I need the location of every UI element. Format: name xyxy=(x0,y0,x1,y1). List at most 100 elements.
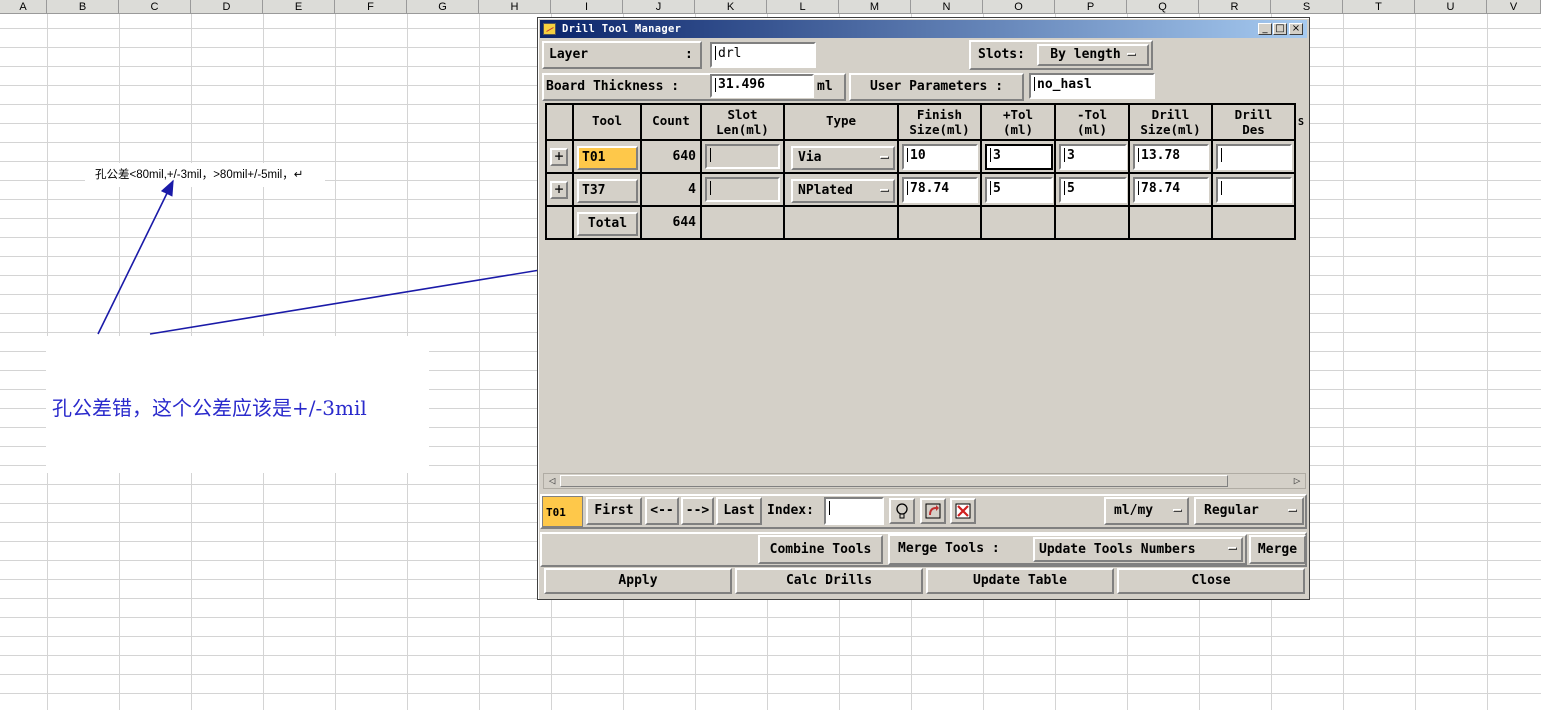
column-header-k[interactable]: K xyxy=(695,0,767,14)
apply-button[interactable]: Apply xyxy=(544,568,732,594)
header-minus-tol-line2: (ml) xyxy=(1076,122,1108,137)
finish-size-field[interactable]: 10 xyxy=(902,144,978,170)
tool-button-t37[interactable]: T37 xyxy=(577,179,638,203)
drill-des-field[interactable] xyxy=(1216,177,1292,203)
column-header-t[interactable]: T xyxy=(1343,0,1415,14)
row-t01-tool: T01 xyxy=(574,141,642,174)
units-dropdown[interactable]: ml/my xyxy=(1104,497,1189,525)
chevron-down-icon xyxy=(1173,509,1182,512)
header-drill-des-line2: Des xyxy=(1242,122,1265,137)
combine-tools-button[interactable]: Combine Tools xyxy=(758,535,883,564)
tool-button-t01[interactable]: T01 xyxy=(577,146,638,170)
row-t01-type: Via xyxy=(785,141,899,174)
scrollbar-thumb[interactable] xyxy=(560,475,1228,487)
finish-size-value: 78.74 xyxy=(910,181,950,196)
total-type xyxy=(785,207,899,240)
minus-tol-field[interactable]: 5 xyxy=(1059,177,1127,203)
header-extra-clipped: S xyxy=(1297,117,1305,128)
column-header-d[interactable]: D xyxy=(191,0,263,14)
total-button[interactable]: Total xyxy=(577,212,638,236)
column-header-a[interactable]: A xyxy=(0,0,47,14)
chevron-down-icon xyxy=(880,156,889,159)
expand-icon[interactable]: + xyxy=(550,148,568,166)
board-thickness-unit: ml xyxy=(817,79,833,94)
scroll-left-icon[interactable]: ◁ xyxy=(545,474,559,488)
column-header-h[interactable]: H xyxy=(479,0,551,14)
drill-size-field[interactable]: 78.74 xyxy=(1133,177,1209,203)
column-header-l[interactable]: L xyxy=(767,0,839,14)
table-horizontal-scrollbar[interactable]: ◁ ▷ xyxy=(543,473,1306,489)
column-header-r[interactable]: R xyxy=(1199,0,1271,14)
row-t37-drill-size: 78.74 xyxy=(1130,174,1213,207)
header-slot-len-line2: Len(ml) xyxy=(716,122,769,137)
header-minus-tol: -Tol (ml) xyxy=(1056,105,1130,141)
header-drill-size-line2: Size(ml) xyxy=(1140,122,1201,137)
scroll-right-icon[interactable]: ▷ xyxy=(1290,474,1304,488)
layer-field[interactable]: drl xyxy=(710,42,816,68)
close-button[interactable]: Close xyxy=(1117,568,1305,594)
column-header-v[interactable]: V xyxy=(1487,0,1541,14)
lightbulb-icon[interactable] xyxy=(889,498,915,524)
merge-button[interactable]: Merge xyxy=(1249,535,1306,564)
refresh-icon[interactable] xyxy=(920,498,946,524)
user-parameters-value: no_hasl xyxy=(1037,77,1092,92)
column-header-f[interactable]: F xyxy=(335,0,407,14)
column-header-m[interactable]: M xyxy=(839,0,911,14)
slots-group: Slots: By length xyxy=(969,40,1153,70)
annotation-comment: 孔公差错，这个公差应该是+/-3mil xyxy=(52,396,367,420)
expand-icon[interactable]: + xyxy=(550,181,568,199)
row-t37-minus-tol: 5 xyxy=(1056,174,1130,207)
plus-tol-field-focused[interactable]: 3 xyxy=(985,144,1053,170)
drill-des-field[interactable] xyxy=(1216,144,1292,170)
slot-len-field[interactable] xyxy=(705,177,780,202)
next-button[interactable]: --> xyxy=(681,497,714,525)
previous-button[interactable]: <-- xyxy=(645,497,679,525)
last-button[interactable]: Last xyxy=(716,497,762,525)
board-thickness-value: 31.496 xyxy=(718,77,765,92)
slots-dropdown[interactable]: By length xyxy=(1037,44,1149,66)
column-header-p[interactable]: P xyxy=(1055,0,1127,14)
plus-tol-value: 3 xyxy=(993,148,1001,163)
column-header-u[interactable]: U xyxy=(1415,0,1487,14)
maximize-icon[interactable]: □ xyxy=(1273,23,1287,35)
layer-label-box: Layer : xyxy=(542,41,702,69)
update-tools-numbers-dropdown[interactable]: Update Tools Numbers xyxy=(1033,537,1243,562)
dialog-titlebar[interactable]: Drill Tool Manager _ □ × xyxy=(540,20,1307,38)
plus-tol-field[interactable]: 5 xyxy=(985,177,1053,203)
user-parameters-button[interactable]: User Parameters : xyxy=(849,73,1024,101)
total-row-select xyxy=(547,207,574,240)
close-icon[interactable]: × xyxy=(1289,23,1303,35)
mode-dropdown[interactable]: Regular xyxy=(1194,497,1304,525)
minus-tol-field[interactable]: 3 xyxy=(1059,144,1127,170)
spreadsheet-column-header: A B C D E F G H I J K L M N O P Q R S T … xyxy=(0,0,1541,14)
column-header-j[interactable]: J xyxy=(623,0,695,14)
index-field[interactable] xyxy=(824,497,884,525)
board-thickness-field[interactable]: 31.496 xyxy=(710,74,814,98)
drill-size-field[interactable]: 13.78 xyxy=(1133,144,1209,170)
column-header-c[interactable]: C xyxy=(119,0,191,14)
header-finish-line2: Size(ml) xyxy=(909,122,970,137)
minimize-icon[interactable]: _ xyxy=(1258,23,1272,35)
finish-size-field[interactable]: 78.74 xyxy=(902,177,978,203)
header-slot-len-line1: Slot xyxy=(727,107,758,122)
column-header-e[interactable]: E xyxy=(263,0,335,14)
calc-drills-button[interactable]: Calc Drills xyxy=(735,568,923,594)
slot-len-field[interactable] xyxy=(705,144,780,169)
column-header-n[interactable]: N xyxy=(911,0,983,14)
column-header-q[interactable]: Q xyxy=(1127,0,1199,14)
user-parameters-field[interactable]: no_hasl xyxy=(1029,73,1155,99)
update-table-button[interactable]: Update Table xyxy=(926,568,1114,594)
type-dropdown-t01[interactable]: Via xyxy=(791,146,895,170)
type-dropdown-t37[interactable]: NPlated xyxy=(791,179,895,203)
column-header-g[interactable]: G xyxy=(407,0,479,14)
total-slot-len xyxy=(702,207,785,240)
column-header-b[interactable]: B xyxy=(47,0,119,14)
column-header-o[interactable]: O xyxy=(983,0,1055,14)
row-t01-drill-des xyxy=(1213,141,1296,174)
column-header-i[interactable]: I xyxy=(551,0,623,14)
delete-icon[interactable] xyxy=(950,498,976,524)
chevron-down-icon xyxy=(1288,509,1297,512)
row-t01-drill-size: 13.78 xyxy=(1130,141,1213,174)
column-header-s[interactable]: S xyxy=(1271,0,1343,14)
first-button[interactable]: First xyxy=(586,497,642,525)
